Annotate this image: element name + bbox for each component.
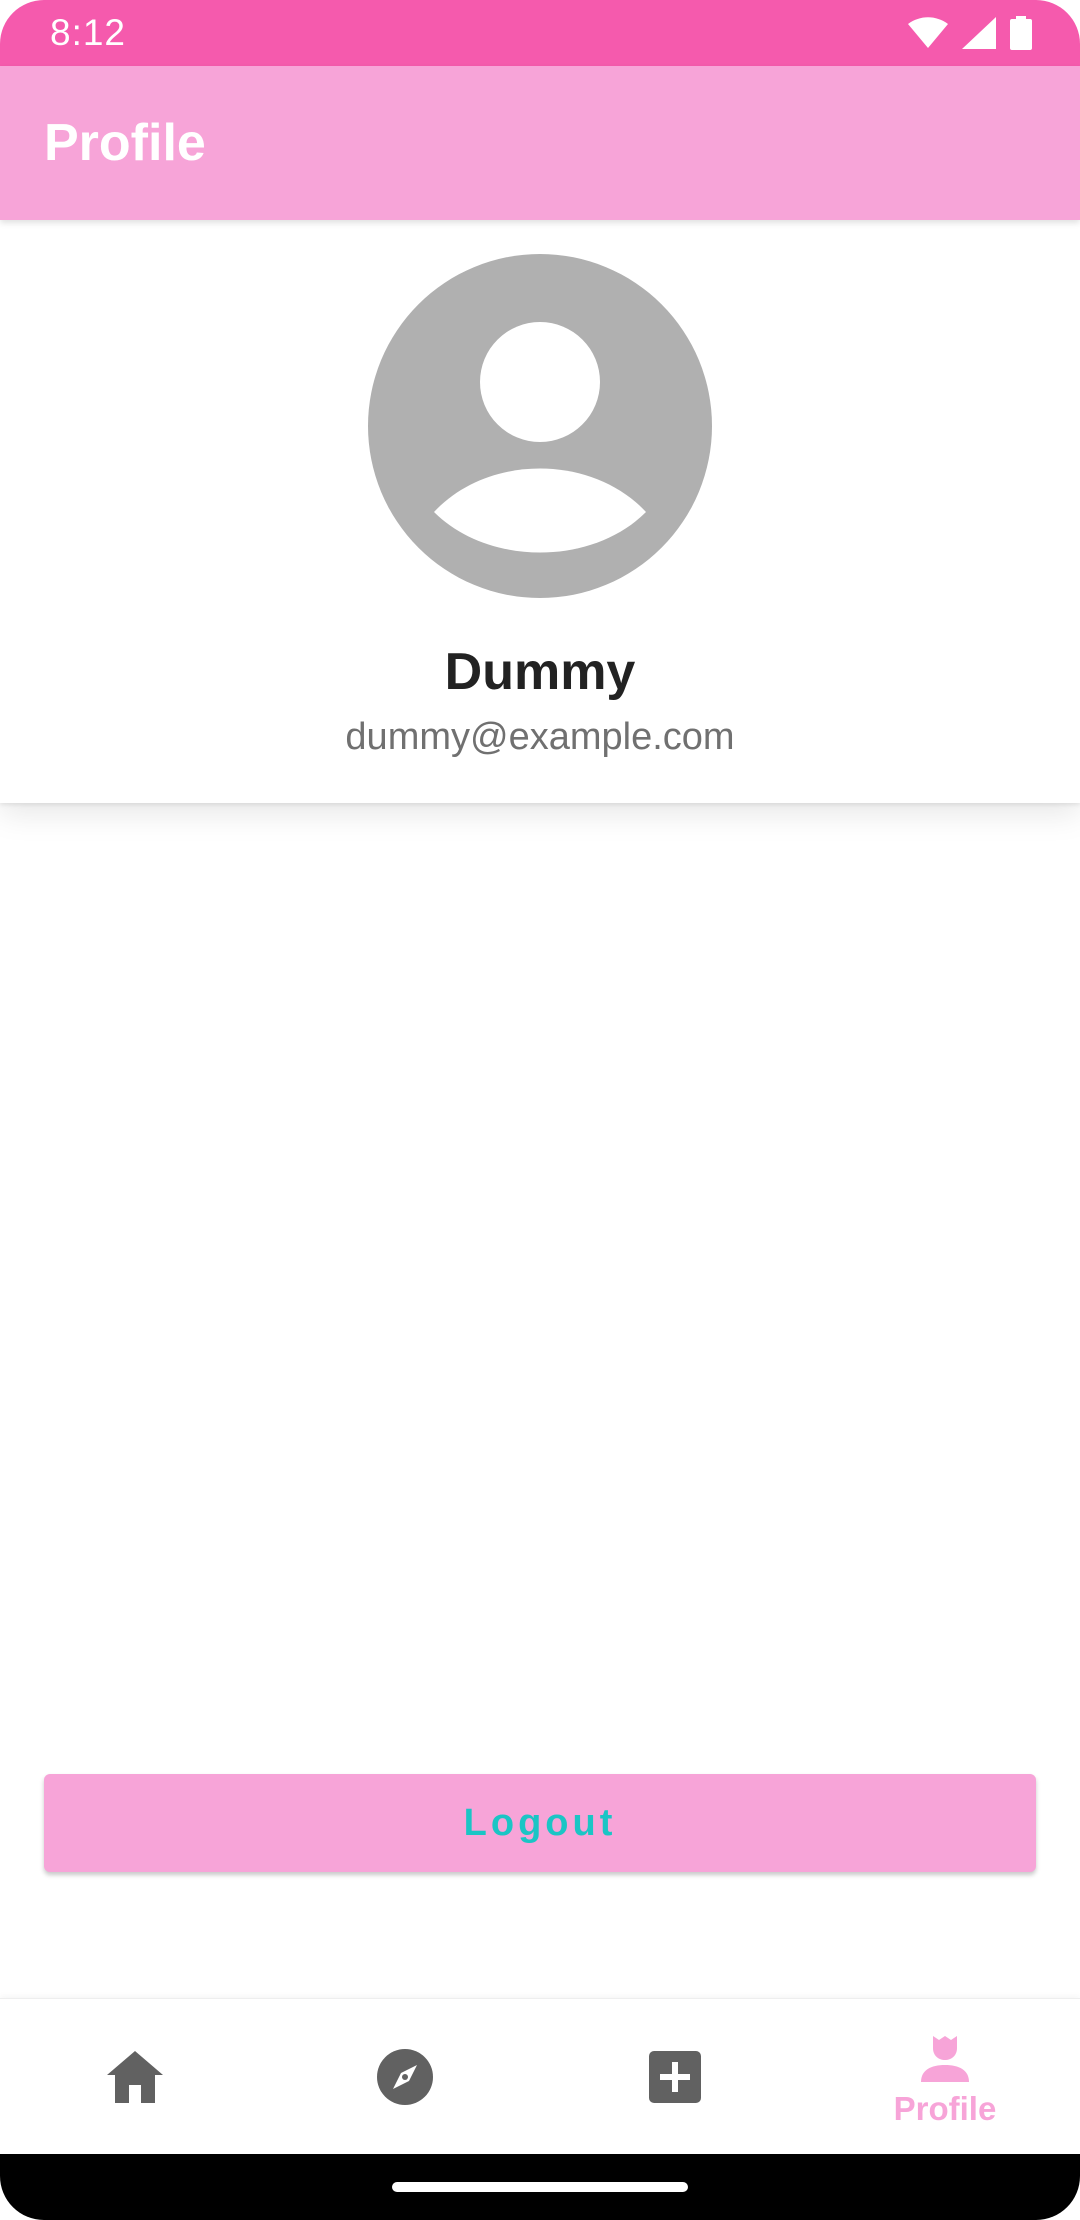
nav-item-explore[interactable] [270,1999,540,2154]
home-handle[interactable] [392,2182,688,2192]
nav-item-add[interactable] [540,1999,810,2154]
logout-button[interactable]: Logout [44,1774,1036,1872]
nav-label-profile: Profile [893,2089,997,2127]
bottom-navigation: Profile [0,1998,1080,2154]
home-icon [107,2050,163,2103]
page-title: Profile [44,114,206,172]
battery-icon [1010,16,1032,50]
signal-icon [962,17,996,49]
status-icons [908,16,1032,50]
profile-email: dummy@example.com [345,716,735,758]
status-time: 8:12 [50,12,127,53]
account-circle-icon [368,254,712,598]
status-bar: 8:12 [0,0,1080,66]
nav-item-profile[interactable]: Profile [810,1999,1080,2154]
wifi-icon [908,17,948,49]
app-bar: Profile [0,66,1080,220]
compass-icon [377,2048,433,2105]
profile-name: Dummy [444,643,636,701]
profile-card: Dummy dummy@example.com [0,220,1080,803]
person-icon [921,2035,969,2082]
logout-label: Logout [463,1801,617,1844]
nav-item-home[interactable] [0,1999,270,2154]
system-navigation-bar [0,2154,1080,2220]
add-box-icon [649,2050,701,2103]
avatar [368,254,712,598]
screen: 8:12 Profile Dummy dummy@example.com Log… [0,0,1080,2220]
